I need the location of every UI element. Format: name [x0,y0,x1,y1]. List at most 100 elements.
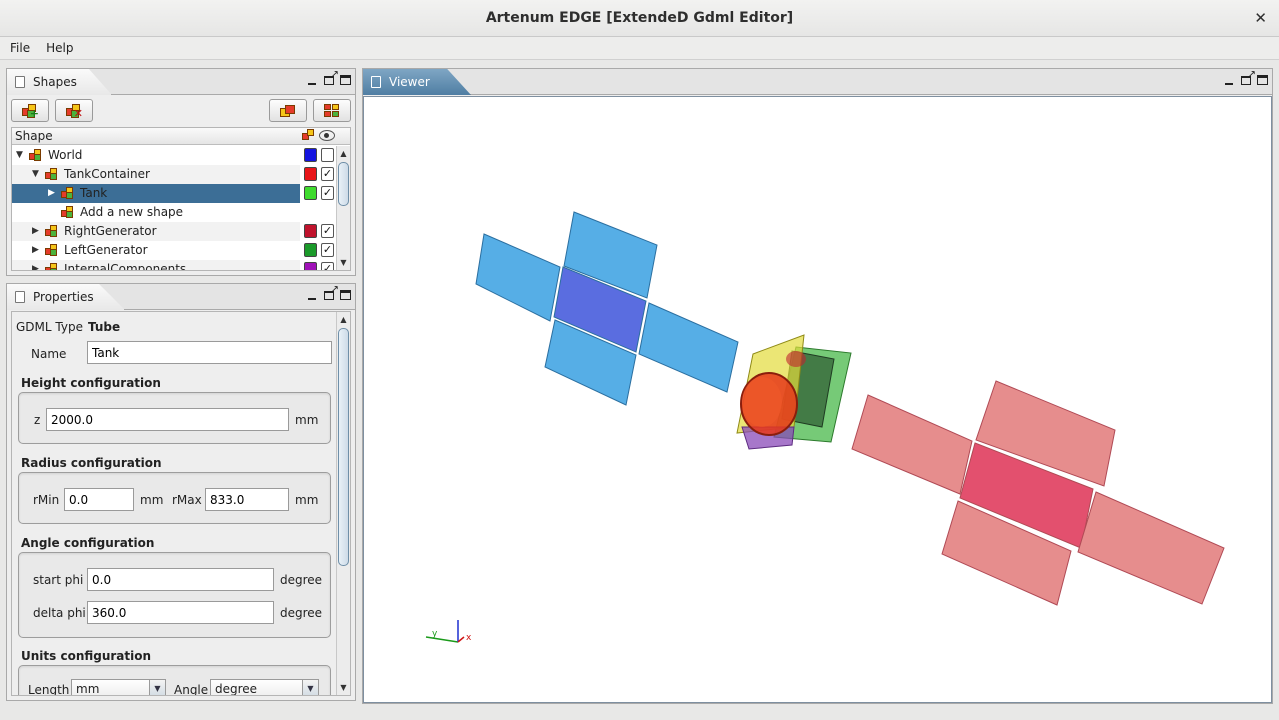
visibility-checkbox[interactable]: ✓ [321,243,334,257]
height-group: z mm [18,392,331,444]
color-swatch[interactable] [304,148,317,162]
properties-panel: Properties GDML Type Tube Name Height co… [6,283,356,701]
expanded-arrow-icon[interactable]: ▼ [32,165,39,184]
minimize-icon[interactable] [306,74,318,86]
shape-tree: Shape ▼ World ▼ TankContainer ✓ ▶ Tank ✓… [11,127,351,271]
float-icon[interactable] [324,285,339,300]
axes-gizmo: x y [425,620,472,643]
add-shape-icon [61,206,76,219]
tank-cap [742,377,782,427]
length-select[interactable]: mm ▼ [71,679,166,696]
scroll-up-icon[interactable]: ▲ [337,313,350,326]
menu-file[interactable]: File [6,41,34,55]
tab-viewer[interactable]: Viewer [363,69,471,95]
name-input[interactable] [87,341,332,364]
collapsed-arrow-icon[interactable]: ▶ [32,222,39,241]
tree-row-label: World [48,148,83,162]
start-phi-input[interactable] [87,568,274,591]
float-icon[interactable] [1241,70,1256,85]
shape-icon [45,225,60,238]
tree-row-tankcontainer[interactable]: ▼ TankContainer ✓ [12,165,337,184]
delta-phi-input[interactable] [87,601,274,624]
shapes-toolbar: + ✕ [11,99,351,123]
delta-phi-unit: degree [280,606,323,620]
length-select-value: mm [76,682,100,696]
scroll-up-icon[interactable]: ▲ [337,147,350,160]
tree-row-tank[interactable]: ▶ Tank ✓ [12,184,337,203]
boolean-shape-button[interactable] [269,99,307,122]
scroll-down-icon[interactable]: ▼ [337,681,350,694]
expanded-arrow-icon[interactable]: ▼ [16,146,23,165]
z-label: z [34,413,41,427]
color-swatch[interactable] [304,243,317,257]
color-swatch[interactable] [304,262,317,270]
minimize-icon[interactable] [1223,74,1235,86]
name-label: Name [31,347,67,361]
tab-properties[interactable]: Properties [7,284,125,310]
maximize-icon[interactable] [340,75,351,85]
tree-row-world[interactable]: ▼ World [12,146,337,165]
x-icon: ✕ [73,107,83,120]
scroll-thumb[interactable] [338,162,349,206]
radius-group: rMin mm rMax mm [18,472,331,524]
rmin-label: rMin [33,493,60,507]
units-heading: Units configuration [21,649,152,663]
color-swatch[interactable] [304,186,317,200]
chevron-down-icon[interactable]: ▼ [149,680,165,695]
collapsed-arrow-icon[interactable]: ▶ [48,184,55,203]
right-panel-inner [1077,491,1225,605]
add-shape-button[interactable]: + [11,99,49,122]
close-icon[interactable]: ✕ [1254,0,1267,37]
menu-help[interactable]: Help [42,41,77,55]
3d-viewer-canvas[interactable]: x y [363,96,1272,703]
tree-row-leftgenerator[interactable]: ▶ LeftGenerator ✓ [12,241,337,260]
properties-scrollbar[interactable]: ▲ ▼ [336,312,350,695]
status-bar [0,706,1279,720]
delta-phi-label: delta phi [33,606,86,620]
visibility-checkbox[interactable] [321,148,334,162]
left-panel-inner [638,302,739,393]
tab-shapes-label: Shapes [33,75,77,89]
satellite-scene: x y [425,211,1225,643]
visibility-checkbox[interactable]: ✓ [321,262,334,270]
maximize-icon[interactable] [1257,75,1268,85]
collapsed-arrow-icon[interactable]: ▶ [32,260,39,270]
height-heading: Height configuration [21,376,161,390]
float-icon[interactable] [324,70,339,85]
tree-scrollbar[interactable]: ▲ ▼ [336,146,350,270]
z-input[interactable] [46,408,289,431]
minimize-icon[interactable] [306,289,318,301]
angle-heading: Angle configuration [21,536,155,550]
rmin-unit: mm [140,493,164,507]
angle-select[interactable]: degree ▼ [210,679,319,696]
right-solar-array [851,380,1225,606]
rmin-input[interactable] [64,488,134,511]
scroll-thumb[interactable] [338,328,349,566]
menu-bar: File Help [0,37,1279,60]
color-swatch[interactable] [304,167,317,181]
right-panel-outer [851,394,973,495]
visibility-checkbox[interactable]: ✓ [321,224,334,238]
shapes-panel: Shapes + ✕ [6,68,356,276]
collapsed-arrow-icon[interactable]: ▶ [32,241,39,260]
tree-row-add-shape[interactable]: Add a new shape [12,203,337,222]
maximize-icon[interactable] [340,290,351,300]
visibility-checkbox[interactable]: ✓ [321,186,334,200]
color-swatch[interactable] [304,224,317,238]
satellite-body [736,334,852,450]
shape-icon [45,263,60,270]
left-panel-outer [475,233,561,322]
chevron-down-icon[interactable]: ▼ [302,680,318,695]
remove-shape-button[interactable]: ✕ [55,99,93,122]
angle-group: start phi degree delta phi degree [18,552,331,638]
y-axis-line [425,636,459,643]
angle-select-value: degree [215,682,258,696]
scroll-down-icon[interactable]: ▼ [337,256,350,269]
tree-row-label: Add a new shape [80,205,184,219]
tab-shapes[interactable]: Shapes [7,69,112,95]
tree-row-rightgenerator[interactable]: ▶ RightGenerator ✓ [12,222,337,241]
visibility-checkbox[interactable]: ✓ [321,167,334,181]
rmax-input[interactable] [205,488,289,511]
tree-row-internalcomponents[interactable]: ▶ InternalComponents ✓ [12,260,337,270]
explode-shape-button[interactable] [313,99,351,122]
